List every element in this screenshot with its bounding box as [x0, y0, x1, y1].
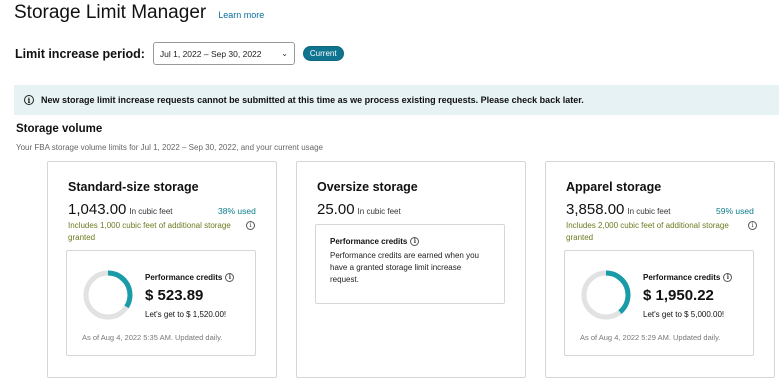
granted-info-icon[interactable]: i — [246, 220, 255, 230]
period-select[interactable]: Jul 1, 2022 – Sep 30, 2022 ⌄ — [152, 42, 295, 65]
granted-note: Includes 2,000 cubic feet of additional … — [566, 221, 729, 242]
page-title: Storage Limit Manager — [14, 2, 207, 23]
credits-gauge — [83, 270, 133, 320]
learn-more-link[interactable]: Learn more — [218, 10, 264, 20]
card-title: Standard-size storage — [68, 180, 199, 194]
perf-label-text: Performance credits — [330, 237, 408, 246]
volume-unit: In cubic feet — [357, 207, 401, 216]
volume-value: 3,858.00 In cubic feet — [566, 201, 671, 218]
updated-timestamp: As of Aug 4, 2022 5:35 AM. Updated daily… — [82, 333, 223, 342]
period-row: Limit increase period: Jul 1, 2022 – Sep… — [15, 42, 344, 65]
volume-unit: In cubic feet — [627, 207, 671, 216]
standard-storage-card: Standard-size storage 1,043.00 In cubic f… — [47, 161, 277, 378]
perf-value: $ 1,950.22 — [643, 287, 714, 304]
section-title: Storage volume — [16, 123, 103, 135]
perf-description: Performance credits are earned when you … — [330, 251, 479, 284]
perf-label: Performance credits i — [643, 273, 733, 282]
apparel-storage-card: Apparel storage 3,858.00 In cubic feet 59… — [545, 161, 775, 378]
alert-banner: i New storage limit increase requests ca… — [14, 85, 779, 115]
period-label: Limit increase period: — [15, 46, 145, 61]
info-icon[interactable]: i — [410, 237, 420, 246]
oversize-storage-card: Oversize storage 25.00 In cubic feet Perf… — [296, 161, 526, 378]
perf-label-text: Performance credits — [643, 273, 721, 282]
performance-credits-box: Performance credits i $ 523.89 Let's get… — [66, 250, 256, 356]
perf-value: $ 523.89 — [145, 287, 204, 304]
card-title: Oversize storage — [317, 180, 418, 194]
perf-goal: Let's get to $ 1,520.00! — [145, 310, 227, 319]
card-title: Apparel storage — [566, 180, 662, 194]
perf-label: Performance credits i — [145, 273, 235, 282]
period-select-value: Jul 1, 2022 – Sep 30, 2022 — [159, 48, 262, 59]
volume-value: 25.00 In cubic feet — [317, 201, 401, 218]
section-subtitle: Your FBA storage volume limits for Jul 1… — [16, 143, 323, 152]
info-icon: i — [24, 95, 34, 105]
chevron-down-icon: ⌄ — [281, 49, 288, 58]
volume-number: 1,043.00 — [68, 201, 127, 218]
updated-timestamp: As of Aug 4, 2022 5:29 AM. Updated daily… — [580, 333, 721, 342]
granted-note: Includes 1,000 cubic feet of additional … — [68, 221, 231, 242]
alert-text: New storage limit increase requests cann… — [41, 95, 584, 105]
volume-value: 1,043.00 In cubic feet — [68, 201, 173, 218]
volume-number: 25.00 — [317, 201, 355, 218]
info-icon[interactable]: i — [723, 273, 733, 282]
perf-goal: Let's get to $ 5,000.00! — [643, 310, 725, 319]
credits-gauge — [581, 270, 631, 320]
current-badge: Current — [302, 46, 344, 61]
volume-unit: In cubic feet — [129, 207, 173, 216]
granted-info-icon[interactable]: i — [748, 220, 757, 230]
perf-label-text: Performance credits — [145, 273, 223, 282]
header: Storage Limit Manager Learn more — [14, 2, 264, 24]
usage-percent: 59% used — [716, 206, 754, 216]
performance-credits-box: Performance credits i $ 1,950.22 Let's g… — [564, 250, 754, 356]
performance-credits-box: Performance credits i Performance credit… — [315, 224, 505, 304]
volume-number: 3,858.00 — [566, 201, 625, 218]
perf-label: Performance credits i — [330, 237, 490, 246]
info-icon[interactable]: i — [225, 273, 235, 282]
usage-percent: 38% used — [218, 206, 256, 216]
